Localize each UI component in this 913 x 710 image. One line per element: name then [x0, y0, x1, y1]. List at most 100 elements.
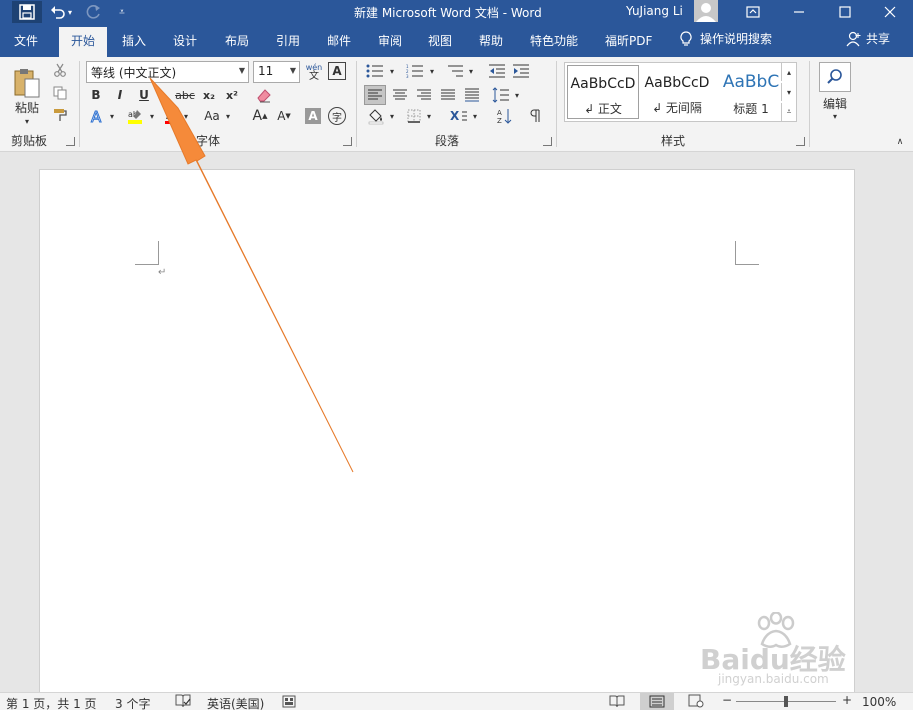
tab-features[interactable]: 特色功能	[530, 32, 578, 49]
sort-button[interactable]: A Z	[496, 107, 514, 125]
grow-font-button[interactable]: A ▲	[250, 107, 270, 125]
highlight-dropdown-icon[interactable]: ▾	[148, 107, 156, 125]
tab-insert[interactable]: 插入	[122, 32, 146, 49]
shading-button[interactable]	[366, 107, 386, 125]
paragraph-mark[interactable]: ↵	[158, 267, 166, 278]
zoom-level[interactable]: 100%	[862, 695, 896, 709]
styles-more[interactable]: ⩡	[781, 103, 796, 121]
borders-button[interactable]	[405, 107, 423, 125]
font-color-dropdown-icon[interactable]: ▾	[182, 107, 190, 125]
font-size-combo[interactable]: 11 ▼	[253, 61, 300, 83]
align-left-button[interactable]	[364, 85, 386, 105]
text-effects-dropdown-icon[interactable]: ▾	[108, 107, 116, 125]
find-button[interactable]	[819, 62, 851, 92]
numbering-dropdown-icon[interactable]: ▾	[428, 62, 436, 80]
subscript-button[interactable]: x₂	[199, 86, 219, 104]
share-button[interactable]: 共享	[846, 30, 890, 47]
close-button[interactable]	[867, 0, 913, 24]
paragraph-launcher[interactable]	[543, 137, 552, 146]
tab-home[interactable]: 开始	[59, 27, 108, 57]
shading-dropdown-icon[interactable]: ▾	[388, 107, 396, 125]
bullets-dropdown-icon[interactable]: ▾	[388, 62, 396, 80]
zoom-in-button[interactable]: +	[842, 693, 852, 707]
enclose-chars-button[interactable]: 字	[328, 107, 346, 125]
tab-foxit-pdf[interactable]: 福昕PDF	[605, 32, 652, 49]
tab-help[interactable]: 帮助	[479, 32, 503, 49]
tab-layout[interactable]: 布局	[225, 32, 249, 49]
clipboard-launcher[interactable]	[66, 137, 75, 146]
font-color-button[interactable]: A	[162, 107, 180, 125]
paste-button[interactable]: 粘贴	[10, 63, 44, 119]
multilevel-list-button[interactable]	[444, 62, 466, 80]
style-heading-1[interactable]: AaBbC 标题 1	[715, 65, 787, 119]
align-right-button[interactable]	[413, 85, 435, 105]
chinese-layout-button[interactable]: X	[449, 107, 469, 125]
chinese-layout-dropdown-icon[interactable]: ▾	[471, 107, 479, 125]
distributed-button[interactable]	[461, 85, 483, 105]
change-case-dropdown-icon[interactable]: ▾	[224, 107, 232, 125]
strikethrough-button[interactable]: abc	[173, 86, 197, 104]
proofing-icon[interactable]	[175, 694, 191, 710]
styles-scroll-up[interactable]: ▴	[781, 63, 796, 81]
web-layout-button[interactable]	[688, 694, 704, 710]
underline-button[interactable]: U	[136, 86, 152, 104]
underline-dropdown-icon[interactable]: ▾	[155, 86, 163, 104]
font-launcher[interactable]	[343, 137, 352, 146]
numbering-button[interactable]: 1 2 3	[404, 62, 426, 80]
tab-file[interactable]: 文件	[14, 32, 38, 49]
undo-button[interactable]: ▾	[48, 2, 74, 22]
maximize-button[interactable]	[822, 0, 868, 24]
customize-qat-button[interactable]: ⩡	[114, 2, 130, 22]
show-hide-marks-button[interactable]	[527, 107, 543, 125]
line-spacing-button[interactable]	[491, 85, 511, 105]
read-mode-button[interactable]	[609, 694, 625, 710]
align-center-button[interactable]	[389, 85, 411, 105]
cut-button[interactable]	[52, 62, 68, 78]
editing-label[interactable]: 编辑	[818, 95, 852, 111]
line-spacing-dropdown-icon[interactable]: ▾	[513, 85, 521, 105]
change-case-button[interactable]: Aa	[201, 107, 223, 125]
page-count[interactable]: 第 1 页，共 1 页	[6, 695, 97, 710]
decrease-indent-button[interactable]	[487, 62, 507, 80]
highlight-button[interactable]: ab	[124, 107, 146, 125]
avatar[interactable]	[694, 0, 718, 22]
tab-mailings[interactable]: 邮件	[327, 32, 351, 49]
tab-view[interactable]: 视图	[428, 32, 452, 49]
bullets-button[interactable]	[364, 62, 386, 80]
format-painter-button[interactable]	[52, 107, 68, 123]
style-no-spacing[interactable]: AaBbCcD ↲ 无间隔	[641, 65, 713, 119]
zoom-slider-thumb[interactable]	[784, 696, 788, 707]
redo-button[interactable]	[84, 2, 104, 22]
zoom-slider[interactable]	[736, 696, 836, 707]
print-layout-button[interactable]	[640, 693, 674, 710]
styles-launcher[interactable]	[796, 137, 805, 146]
tab-references[interactable]: 引用	[276, 32, 300, 49]
shrink-font-button[interactable]: A ▼	[274, 107, 294, 125]
minimize-button[interactable]	[776, 0, 822, 24]
tell-me-search[interactable]: 操作说明搜索	[680, 30, 772, 47]
justify-button[interactable]	[437, 85, 459, 105]
styles-scroll-down[interactable]: ▾	[781, 83, 796, 101]
clipboard-more-icon[interactable]: ▾	[22, 117, 32, 126]
save-button[interactable]	[12, 1, 42, 23]
phonetic-guide-button[interactable]: wén 文	[304, 61, 324, 83]
user-name[interactable]: YuJiang Li	[626, 4, 683, 18]
italic-button[interactable]: I	[112, 86, 128, 104]
macro-recording-icon[interactable]	[282, 695, 296, 710]
word-count[interactable]: 3 个字	[115, 695, 150, 710]
tab-design[interactable]: 设计	[173, 32, 197, 49]
editing-dropdown-icon[interactable]: ▾	[830, 111, 840, 121]
superscript-button[interactable]: x²	[222, 86, 242, 104]
borders-dropdown-icon[interactable]: ▾	[425, 107, 433, 125]
tab-review[interactable]: 审阅	[378, 32, 402, 49]
zoom-out-button[interactable]: −	[722, 693, 732, 707]
multilevel-dropdown-icon[interactable]: ▾	[467, 62, 475, 80]
collapse-ribbon-button[interactable]: ∧	[894, 137, 906, 147]
char-border-button[interactable]: A	[328, 62, 346, 80]
text-effects-button[interactable]: A	[88, 107, 106, 125]
char-shading-button[interactable]: A	[305, 108, 321, 124]
font-name-combo[interactable]: 等线 (中文正文) ▼	[86, 61, 249, 83]
ribbon-display-options-button[interactable]	[730, 0, 776, 24]
style-normal[interactable]: AaBbCcD ↲ 正文	[567, 65, 639, 119]
bold-button[interactable]: B	[88, 86, 104, 104]
